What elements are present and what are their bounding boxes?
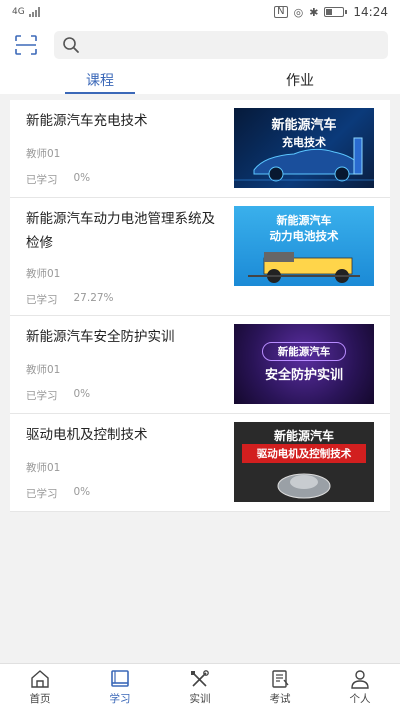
- status-time: 14:24: [353, 5, 388, 19]
- network-type: 4G: [12, 7, 25, 17]
- progress-value: 0%: [73, 172, 91, 184]
- nav-exam[interactable]: 考试: [240, 664, 320, 711]
- nav-profile-label: 个人: [349, 693, 371, 705]
- course-thumbnail: 新能源汽车 驱动电机及控制技术: [234, 422, 374, 502]
- course-item[interactable]: 新能源汽车充电技术 教师01 已学习 0% 新能源汽车 充电技术: [10, 100, 390, 198]
- thumb-line2: 充电技术: [282, 136, 326, 149]
- thumb-line2: 驱动电机及控制技术: [242, 444, 366, 463]
- home-icon: [31, 670, 49, 688]
- thumb-line1: 新能源汽车: [276, 214, 332, 227]
- course-info: 新能源汽车动力电池管理系统及检修 教师01 已学习 27.27%: [26, 206, 234, 315]
- tab-homework-label: 作业: [286, 73, 314, 89]
- top-bar: [0, 24, 400, 66]
- course-title: 新能源汽车充电技术: [26, 113, 148, 129]
- nav-training[interactable]: 实训: [160, 664, 240, 711]
- status-left: 4G: [12, 7, 40, 17]
- bluetooth-icon: ✱: [309, 5, 319, 19]
- nav-profile[interactable]: 个人: [320, 664, 400, 711]
- course-progress: 已学习 0%: [26, 388, 90, 403]
- course-progress: 已学习 27.27%: [26, 292, 114, 307]
- course-thumbnail: 新能源汽车 安全防护实训: [234, 324, 374, 404]
- nav-study-label: 学习: [109, 693, 131, 705]
- thumb-line1: 新能源汽车: [271, 118, 337, 133]
- progress-value: 0%: [73, 388, 91, 400]
- nav-home-label: 首页: [29, 693, 51, 705]
- mute-icon: ◎: [293, 5, 304, 19]
- tab-courses-label: 课程: [86, 73, 114, 89]
- search-icon: [63, 37, 79, 53]
- scan-button[interactable]: [14, 33, 38, 57]
- course-thumbnail: 新能源汽车 动力电池技术: [234, 206, 374, 286]
- course-teacher: 教师01: [26, 462, 61, 474]
- scan-icon: [15, 35, 37, 55]
- course-thumbnail: 新能源汽车 充电技术: [234, 108, 374, 188]
- progress-value: 0%: [73, 486, 91, 498]
- course-progress: 已学习 0%: [26, 172, 90, 187]
- nav-training-label: 实训: [189, 693, 211, 705]
- progress-value: 27.27%: [73, 292, 114, 304]
- nav-study[interactable]: 学习: [80, 664, 160, 711]
- exam-icon: [272, 670, 289, 688]
- bottom-nav: 首页 学习 实训 考试 个人: [0, 663, 400, 711]
- course-info: 新能源汽车安全防护实训 教师01 已学习 0%: [26, 324, 234, 413]
- tab-bar: 课程 作业: [0, 66, 400, 94]
- nav-exam-label: 考试: [269, 693, 291, 705]
- course-info: 新能源汽车充电技术 教师01 已学习 0%: [26, 108, 234, 197]
- status-right: N ◎ ✱ 14:24: [274, 5, 388, 19]
- progress-label: 已学习: [26, 174, 58, 186]
- tab-courses[interactable]: 课程: [0, 66, 200, 94]
- book-icon: [111, 670, 129, 687]
- tools-icon: [191, 670, 209, 687]
- thumb-line1: 新能源汽车: [262, 342, 346, 361]
- course-teacher: 教师01: [26, 268, 61, 280]
- search-box[interactable]: [54, 31, 388, 59]
- course-title: 驱动电机及控制技术: [26, 427, 148, 443]
- thumb-line2: 安全防护实训: [264, 368, 343, 383]
- signal-icon: [28, 7, 40, 17]
- course-teacher: 教师01: [26, 148, 61, 160]
- course-title: 新能源汽车安全防护实训: [26, 329, 175, 345]
- course-list: 新能源汽车充电技术 教师01 已学习 0% 新能源汽车 充电技术 新能源汽车动力…: [10, 100, 390, 512]
- progress-label: 已学习: [26, 390, 58, 402]
- person-icon: [351, 670, 369, 689]
- tab-homework[interactable]: 作业: [200, 66, 400, 94]
- course-item[interactable]: 新能源汽车安全防护实训 教师01 已学习 0% 新能源汽车 安全防护实训: [10, 316, 390, 414]
- progress-label: 已学习: [26, 294, 58, 306]
- status-bar: 4G N ◎ ✱ 14:24: [0, 0, 400, 24]
- course-info: 驱动电机及控制技术 教师01 已学习 0%: [26, 422, 234, 511]
- course-item[interactable]: 新能源汽车动力电池管理系统及检修 教师01 已学习 27.27% 新能源汽车 动…: [10, 198, 390, 316]
- course-title: 新能源汽车动力电池管理系统及检修: [26, 211, 215, 251]
- thumb-line1: 新能源汽车: [273, 429, 334, 443]
- course-progress: 已学习 0%: [26, 486, 90, 501]
- nfc-icon: N: [274, 6, 288, 18]
- course-teacher: 教师01: [26, 364, 61, 376]
- progress-label: 已学习: [26, 488, 58, 500]
- course-item[interactable]: 驱动电机及控制技术 教师01 已学习 0% 新能源汽车 驱动电机及控制技术: [10, 414, 390, 512]
- thumb-line2: 动力电池技术: [269, 229, 339, 243]
- nav-home[interactable]: 首页: [0, 664, 80, 711]
- battery-icon: [324, 7, 348, 17]
- search-input[interactable]: [86, 37, 380, 53]
